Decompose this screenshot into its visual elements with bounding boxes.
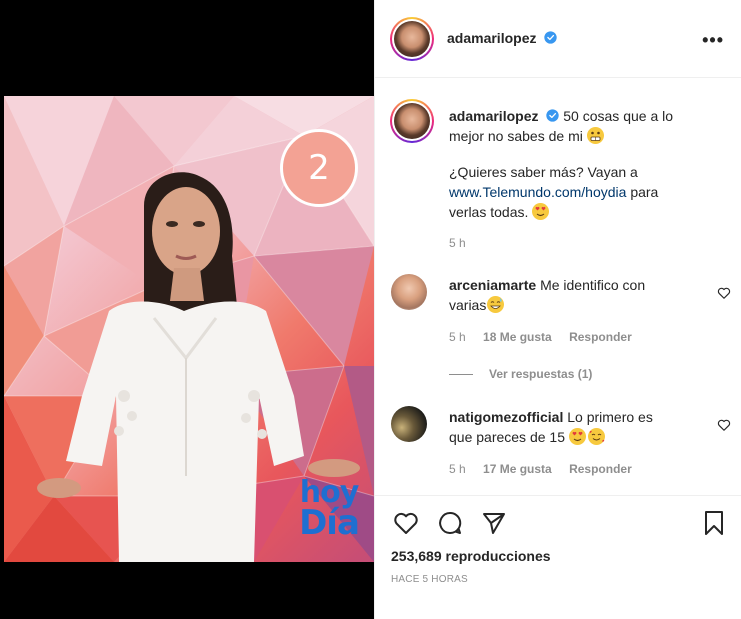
comment-text: arceniamarte Me identifico con varias xyxy=(449,275,709,315)
comment-item: arceniamarte Me identifico con varias 5 … xyxy=(391,274,731,384)
comment-time: 5 h xyxy=(449,462,466,476)
video-player[interactable]: 2 hoy Día xyxy=(4,96,374,562)
caption-text: adamarilopez 50 cosas que a lo mejor no … xyxy=(449,106,709,222)
caption-author-avatar[interactable] xyxy=(390,99,434,143)
hoy-dia-logo: hoy Día xyxy=(291,478,367,543)
commenter-username[interactable]: natigomezofficial xyxy=(449,409,563,425)
post-media-area: 2 hoy Día xyxy=(0,0,374,619)
heart-eyes-emoji-icon xyxy=(532,203,550,220)
post-actions: 253,689 reproducciones HACE 5 HORAS xyxy=(375,495,741,619)
author-username[interactable]: adamarilopez xyxy=(447,30,536,46)
commenter-avatar[interactable] xyxy=(391,406,427,442)
post-time-ago: HACE 5 HORAS xyxy=(391,574,468,585)
author-avatar[interactable] xyxy=(390,17,434,61)
author-avatar-image xyxy=(394,21,430,57)
comment-body-b: varias xyxy=(449,297,487,313)
more-options-icon[interactable]: ••• xyxy=(702,30,724,51)
save-bookmark-icon[interactable] xyxy=(701,510,727,536)
comment-body-a: Lo primero es xyxy=(567,409,653,425)
comment-meta: 5 h 17 Me gusta Responder xyxy=(449,462,632,476)
grimacing-emoji-icon xyxy=(586,127,604,144)
heart-eyes-emoji-icon xyxy=(568,428,586,445)
like-comment-icon[interactable] xyxy=(717,286,731,300)
share-paper-plane-icon[interactable] xyxy=(481,510,507,536)
like-heart-icon[interactable] xyxy=(393,510,419,536)
comment-bubble-icon[interactable] xyxy=(437,510,463,536)
verified-badge-icon xyxy=(546,109,560,122)
caption-line-3b: verlas todas. xyxy=(449,204,529,220)
smiling-hearts-emoji-icon xyxy=(587,428,605,445)
verified-badge-icon xyxy=(544,31,558,44)
view-replies-button[interactable]: Ver respuestas (1) xyxy=(449,367,592,381)
commenter-avatar[interactable] xyxy=(391,274,427,310)
comment-likes[interactable]: 18 Me gusta xyxy=(483,330,552,344)
reply-button[interactable]: Responder xyxy=(569,330,632,344)
number-badge: 2 xyxy=(280,129,358,207)
view-count[interactable]: 253,689 reproducciones xyxy=(391,548,551,564)
commenter-username[interactable]: arceniamarte xyxy=(449,277,536,293)
replies-divider xyxy=(449,373,473,375)
caption-line-3a: para xyxy=(630,184,659,200)
comment-item: natigomezofficial Lo primero es que pare… xyxy=(391,406,731,486)
logo-line-2: Día xyxy=(299,503,360,543)
comment-body-b: que pareces de 15 xyxy=(449,429,565,445)
caption-time: 5 h xyxy=(449,236,466,250)
comment-meta: 5 h 18 Me gusta Responder xyxy=(449,330,632,344)
caption-line-2: ¿Quieres saber más? Vayan a xyxy=(449,164,638,180)
caption-username[interactable]: adamarilopez xyxy=(449,108,538,124)
sweat-smile-emoji-icon xyxy=(487,296,505,313)
reply-button[interactable]: Responder xyxy=(569,462,632,476)
post-side-panel: adamarilopez ••• adamarilopez 50 cosas q… xyxy=(374,0,741,619)
comment-likes[interactable]: 17 Me gusta xyxy=(483,462,552,476)
comments-list: adamarilopez 50 cosas que a lo mejor no … xyxy=(375,79,741,495)
caption: adamarilopez 50 cosas que a lo mejor no … xyxy=(390,99,731,260)
post-header: adamarilopez ••• xyxy=(375,0,741,78)
comment-body-a: Me identifico con xyxy=(540,277,646,293)
view-replies-label: Ver respuestas (1) xyxy=(489,367,593,381)
comment-text: natigomezofficial Lo primero es que pare… xyxy=(449,407,709,447)
comment-time: 5 h xyxy=(449,330,466,344)
caption-link[interactable]: www.Telemundo.com/hoydia xyxy=(449,184,626,200)
caption-avatar-image xyxy=(394,103,430,139)
like-comment-icon[interactable] xyxy=(717,418,731,432)
